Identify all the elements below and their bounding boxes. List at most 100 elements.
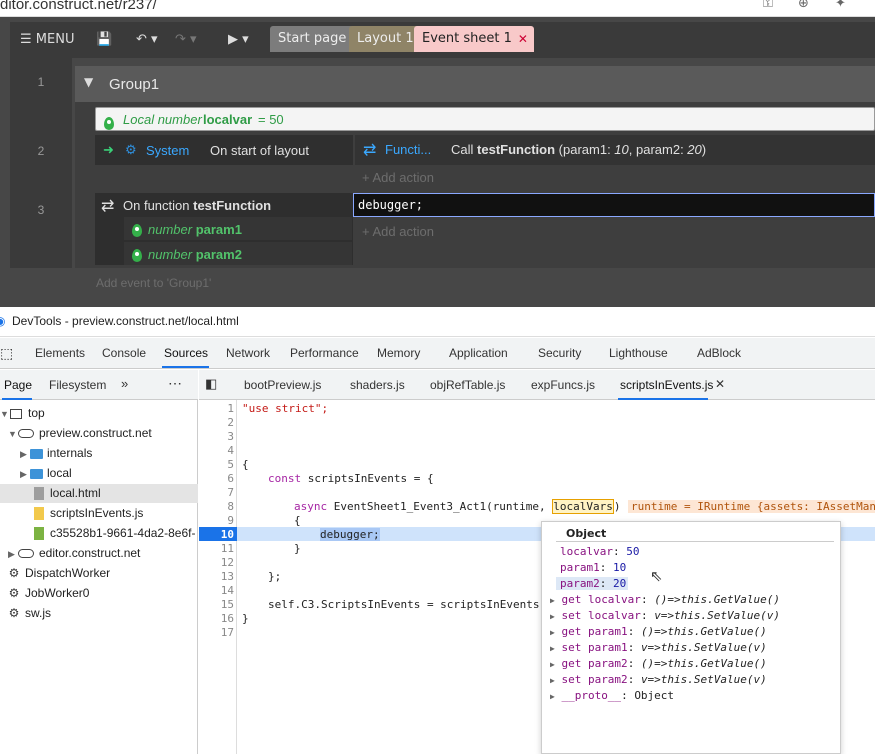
- close-file-icon[interactable]: ✕: [715, 377, 725, 391]
- tree-item-file[interactable]: scriptsInEvents.js: [34, 506, 143, 521]
- accessor-row[interactable]: ▶ get param2: ()=>this.GetValue(): [550, 657, 767, 670]
- line-number[interactable]: 15: [199, 598, 234, 611]
- line-number[interactable]: 17: [199, 626, 234, 639]
- line-number[interactable]: 8: [199, 500, 234, 513]
- object-preview-popover[interactable]: Object localvar: 50 param1: 10 param2: 2…: [541, 521, 841, 754]
- toggle-navigator-icon[interactable]: ◧: [205, 376, 217, 392]
- accessor-key: get param2: [561, 657, 628, 670]
- accessor-key: set param2: [561, 673, 628, 686]
- mouse-cursor-icon: ⇖: [650, 567, 663, 585]
- collapse-arrow-icon[interactable]: ▼: [84, 75, 93, 89]
- line-number[interactable]: 14: [199, 584, 234, 597]
- tree-item-worker[interactable]: ⚙ DispatchWorker: [8, 566, 111, 580]
- accessor-row[interactable]: ▶ set param2: v=>this.SetValue(v): [550, 673, 767, 686]
- property-row[interactable]: localvar: 50: [560, 545, 639, 558]
- file-tab[interactable]: bootPreview.js: [244, 378, 321, 392]
- line-number[interactable]: 13: [199, 570, 234, 583]
- tab-event-sheet-1[interactable]: Event sheet 1 ✕: [414, 26, 534, 52]
- tab-lighthouse[interactable]: Lighthouse: [609, 346, 668, 360]
- script-action[interactable]: debugger;: [353, 193, 875, 217]
- line-number[interactable]: 5: [199, 458, 234, 471]
- line-number[interactable]: 10: [199, 528, 234, 541]
- hovered-token[interactable]: localVars: [552, 499, 614, 514]
- tab-security[interactable]: Security: [538, 346, 581, 360]
- key-icon[interactable]: ⚿: [763, 0, 779, 12]
- property-key: localvar: [560, 545, 613, 558]
- condition-text: On start of layout: [210, 143, 309, 158]
- url-text[interactable]: ditor.construct.net/r237/: [0, 0, 157, 13]
- line-number[interactable]: 3: [199, 430, 234, 443]
- accessor-row[interactable]: ▶ set param1: v=>this.SetValue(v): [550, 641, 767, 654]
- redo-icon[interactable]: ↷ ▾: [175, 28, 197, 52]
- tab-console[interactable]: Console: [102, 346, 146, 360]
- function-param-row[interactable]: number param1: [124, 217, 352, 240]
- add-action-link[interactable]: + Add action: [362, 170, 434, 185]
- tab-filesystem[interactable]: Filesystem: [49, 378, 106, 392]
- property-row[interactable]: param1: 10: [560, 561, 626, 574]
- menu-button[interactable]: ☰ MENU: [20, 28, 74, 52]
- file-tab[interactable]: objRefTable.js: [430, 378, 505, 392]
- more-options-icon[interactable]: ⋯: [168, 375, 182, 392]
- frame-icon: [10, 408, 22, 419]
- accessor-row[interactable]: ▶ get localvar: ()=>this.GetValue(): [550, 593, 780, 606]
- save-icon[interactable]: 💾: [96, 28, 112, 52]
- function-icon: ⇄: [363, 142, 377, 159]
- tree-item-file[interactable]: c35528b1-9661-4da2-8e6f-: [34, 526, 195, 541]
- proto-row[interactable]: ▶ __proto__: Object: [550, 689, 674, 702]
- event2-condition[interactable]: ➜ ⚙ System On start of layout: [95, 135, 353, 165]
- tree-item-top[interactable]: ▼ top: [0, 406, 45, 420]
- param-text: number param1: [148, 222, 242, 237]
- line-number[interactable]: 2: [199, 416, 234, 429]
- condition-text: On function testFunction: [123, 198, 271, 213]
- inspect-element-icon[interactable]: ⬚: [0, 345, 13, 362]
- tab-elements[interactable]: Elements: [35, 346, 85, 360]
- more-tabs-icon[interactable]: »: [121, 376, 128, 391]
- tree-item-domain[interactable]: ▶ editor.construct.net: [8, 546, 140, 560]
- add-circle-icon[interactable]: ⊕: [798, 0, 814, 12]
- tree-item-folder[interactable]: ▶ local: [20, 466, 72, 480]
- local-variable-row[interactable]: Local number localvar = 50: [95, 107, 875, 131]
- add-action-link[interactable]: + Add action: [362, 224, 434, 239]
- tree-item-worker[interactable]: ⚙ JobWorker0: [8, 586, 90, 600]
- line-number[interactable]: 1: [199, 402, 234, 415]
- tab-application[interactable]: Application: [449, 346, 508, 360]
- line-number[interactable]: 16: [199, 612, 234, 625]
- tab-network[interactable]: Network: [226, 346, 270, 360]
- line-number[interactable]: 4: [199, 444, 234, 457]
- add-event-link[interactable]: Add event to 'Group1': [96, 276, 211, 290]
- undo-icon[interactable]: ↶ ▾: [136, 28, 158, 52]
- tab-start-page[interactable]: Start page: [270, 26, 355, 52]
- tab-memory[interactable]: Memory: [377, 346, 420, 360]
- event2-action[interactable]: ⇄ Functi... Call testFunction (param1: 1…: [355, 135, 875, 165]
- tab-performance[interactable]: Performance: [290, 346, 359, 360]
- line-number[interactable]: 6: [199, 472, 234, 485]
- line-number[interactable]: 11: [199, 542, 234, 555]
- file-tab-active[interactable]: scriptsInEvents.js: [620, 378, 713, 392]
- property-row[interactable]: param2: 20: [560, 577, 626, 590]
- line-number[interactable]: 9: [199, 514, 234, 527]
- tab-page[interactable]: Page: [4, 378, 32, 392]
- tree-item-file[interactable]: local.html: [34, 486, 101, 501]
- param-icon: [132, 247, 142, 263]
- file-tab[interactable]: shaders.js: [350, 378, 405, 392]
- tab-sources[interactable]: Sources: [164, 346, 208, 360]
- line-number[interactable]: 12: [199, 556, 234, 569]
- tab-adblock[interactable]: AdBlock: [697, 346, 741, 360]
- expand-arrow-icon: ▶: [550, 660, 555, 669]
- accessor-row[interactable]: ▶ get param1: ()=>this.GetValue(): [550, 625, 767, 638]
- tab-layout-1[interactable]: Layout 1: [349, 26, 422, 52]
- browser-address-bar[interactable]: ditor.construct.net/r237/ ⚿ ⊕ ✦: [0, 0, 875, 17]
- function-param-row[interactable]: number param2: [124, 242, 352, 265]
- accessor-key: get param1: [561, 625, 628, 638]
- active-tab-indicator: [162, 366, 209, 368]
- line-number[interactable]: 7: [199, 486, 234, 499]
- accessor-row[interactable]: ▶ set localvar: v=>this.SetValue(v): [550, 609, 780, 622]
- event-group[interactable]: ▼ Group1: [75, 66, 875, 102]
- preview-play-icon[interactable]: ▶ ▾: [228, 28, 249, 52]
- tree-item-folder[interactable]: ▶ internals: [20, 446, 92, 460]
- tree-item-domain[interactable]: ▼ preview.construct.net: [8, 426, 152, 440]
- close-tab-icon[interactable]: ✕: [518, 26, 528, 52]
- file-tab[interactable]: expFuncs.js: [531, 378, 595, 392]
- extension-icon[interactable]: ✦: [835, 0, 851, 12]
- tree-item-worker[interactable]: ⚙ sw.js: [8, 606, 51, 620]
